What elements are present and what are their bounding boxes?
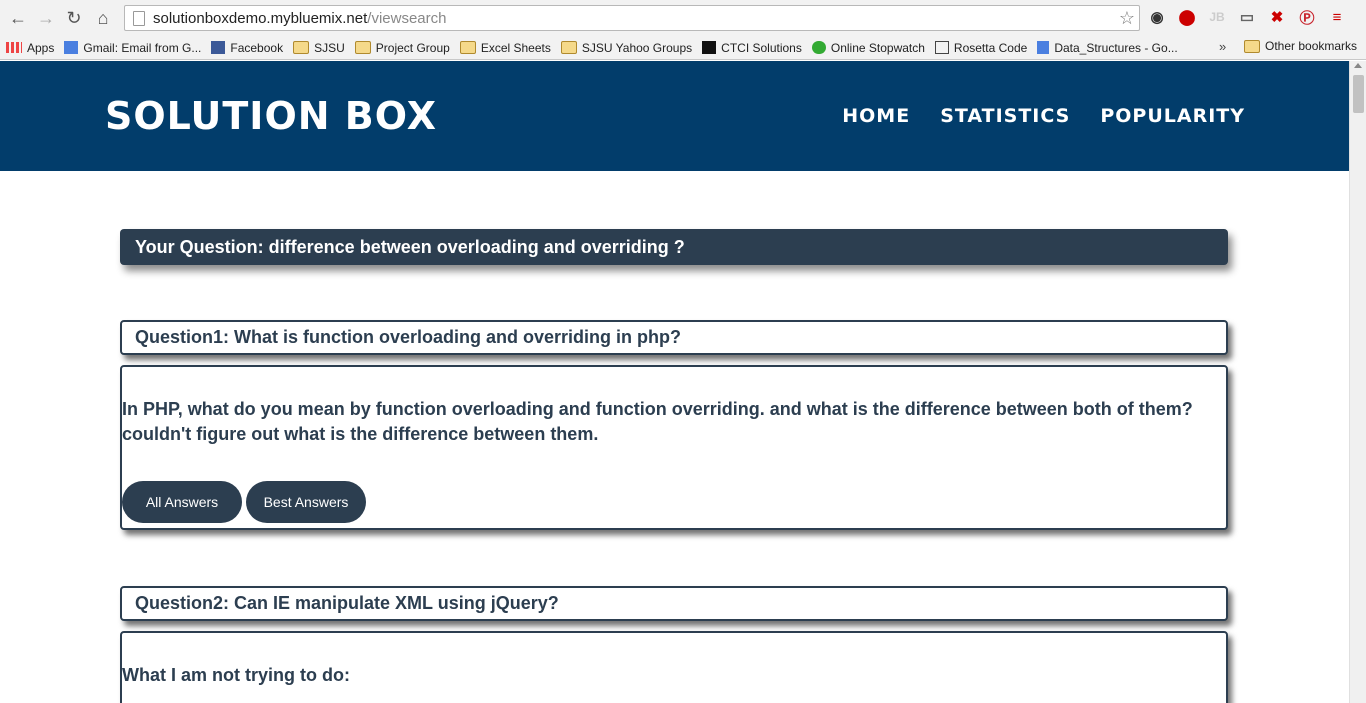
bookmark-facebook[interactable]: Facebook xyxy=(211,41,283,55)
question-text: What I am not trying to do: xyxy=(122,665,350,685)
menu-icon[interactable]: ≡ xyxy=(1326,6,1348,28)
bookmark-apps[interactable]: Apps xyxy=(6,41,54,55)
bookmark-excel-sheets[interactable]: Excel Sheets xyxy=(459,41,551,55)
question-text: In PHP, what do you mean by function ove… xyxy=(122,399,1193,444)
bookmark-online-stopwatch[interactable]: Online Stopwatch xyxy=(811,41,925,55)
lastfm-icon[interactable]: ✖ xyxy=(1266,6,1288,28)
folder-icon xyxy=(560,41,577,54)
site-logo[interactable]: SOLUTION BOX xyxy=(105,94,437,138)
browser-toolbar: ← → ↻ ⌂ solutionboxdemo.mybluemix.net/vi… xyxy=(0,0,1366,36)
rosetta-icon xyxy=(934,41,949,54)
address-bar[interactable]: solutionboxdemo.mybluemix.net/viewsearch… xyxy=(124,5,1140,31)
google-icon xyxy=(64,41,79,54)
cast-icon[interactable]: ▭ xyxy=(1236,6,1258,28)
all-answers-button[interactable]: All Answers xyxy=(122,481,242,523)
facebook-icon xyxy=(211,41,226,54)
bookmark-sjsu-yahoo-groups[interactable]: SJSU Yahoo Groups xyxy=(560,41,692,55)
stopwatch-icon xyxy=(811,41,826,54)
answer-buttons: All Answers Best Answers xyxy=(122,481,366,523)
bookmark-project-group[interactable]: Project Group xyxy=(354,41,450,55)
page-viewport: SOLUTION BOX HOME STATISTICS POPULARITY … xyxy=(0,61,1349,703)
extension-icons: ◉ ⬤ JB ▭ ✖ Ⓟ ≡ xyxy=(1146,6,1348,28)
pinterest-icon[interactable]: Ⓟ xyxy=(1296,6,1318,28)
folder-icon xyxy=(293,41,310,54)
scroll-up-arrow-icon[interactable] xyxy=(1354,63,1362,68)
docs-icon xyxy=(1037,41,1050,54)
question-title: Question2: Can IE manipulate XML using j… xyxy=(120,586,1228,621)
apps-grid-icon xyxy=(6,42,22,53)
bookmark-sjsu[interactable]: SJSU xyxy=(293,41,345,55)
home-icon[interactable]: ⌂ xyxy=(89,4,117,32)
jb-icon[interactable]: JB xyxy=(1206,6,1228,28)
incognito-icon[interactable]: ◉ xyxy=(1146,6,1168,28)
reload-icon[interactable]: ↻ xyxy=(60,4,88,32)
best-answers-button[interactable]: Best Answers xyxy=(246,481,366,523)
folder-icon xyxy=(1244,39,1260,53)
folder-icon xyxy=(354,41,371,54)
site-header: SOLUTION BOX HOME STATISTICS POPULARITY xyxy=(0,61,1349,171)
bookmark-star-icon[interactable]: ☆ xyxy=(1119,8,1135,29)
nav-popularity[interactable]: POPULARITY xyxy=(1100,105,1245,127)
ctci-icon xyxy=(702,41,717,54)
bookmarks-bar: Apps Gmail: Email from G... Facebook SJS… xyxy=(0,36,1366,60)
forward-icon[interactable]: → xyxy=(32,4,60,32)
bookmark-data-structures[interactable]: Data_Structures - Go... xyxy=(1037,41,1178,55)
url-text: solutionboxdemo.mybluemix.net/viewsearch xyxy=(153,9,447,27)
page-icon xyxy=(133,10,145,26)
page-scrollbar[interactable] xyxy=(1349,61,1366,703)
bookmark-rosetta-code[interactable]: Rosetta Code xyxy=(934,41,1027,55)
site-nav: HOME STATISTICS POPULARITY xyxy=(842,105,1245,127)
question-body: What I am not trying to do: xyxy=(120,631,1228,703)
folder-icon xyxy=(459,41,476,54)
other-bookmarks[interactable]: Other bookmarks xyxy=(1244,39,1357,53)
question-body: In PHP, what do you mean by function ove… xyxy=(120,365,1228,530)
question-title: Question1: What is function overloading … xyxy=(120,320,1228,355)
adblock-icon[interactable]: ⬤ xyxy=(1176,6,1198,28)
bookmark-gmail[interactable]: Gmail: Email from G... xyxy=(64,41,201,55)
nav-home[interactable]: HOME xyxy=(842,105,910,127)
nav-statistics[interactable]: STATISTICS xyxy=(940,105,1070,127)
back-icon[interactable]: ← xyxy=(4,4,32,32)
bookmarks-more-chevron[interactable]: » xyxy=(1219,39,1226,54)
your-question-banner: Your Question: difference between overlo… xyxy=(120,229,1228,265)
bookmark-ctci-solutions[interactable]: CTCI Solutions xyxy=(702,41,802,55)
scroll-thumb[interactable] xyxy=(1353,75,1364,113)
